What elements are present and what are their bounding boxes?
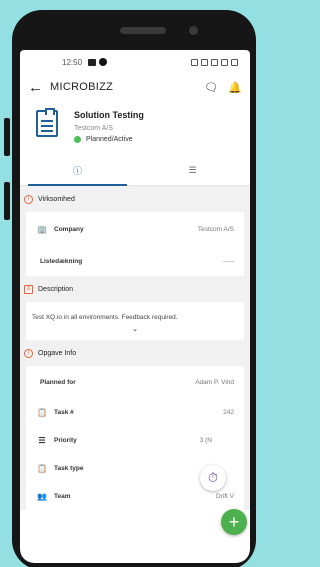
chevron-down-icon[interactable]: ⌄ xyxy=(32,325,238,333)
back-arrow-icon[interactable]: ← xyxy=(28,79,46,96)
speaker-grille xyxy=(120,27,166,34)
clipboard-icon xyxy=(36,108,58,137)
detail-content: i Virksomhed 🏢 Company Testcom A/S Listed… xyxy=(20,186,250,510)
list-item[interactable]: 📋 Task # 242 xyxy=(26,398,244,426)
description-card: Test XQ.io in all environments. Feedback… xyxy=(26,302,244,340)
add-button[interactable]: + xyxy=(221,509,247,535)
timer-button[interactable]: ⏱ xyxy=(200,465,226,491)
list-item[interactable]: 🏢 Company Testcom A/S xyxy=(26,212,244,246)
info-icon: i xyxy=(24,194,33,204)
status-bar: 12:50 xyxy=(20,50,250,74)
list-icon: ☰ xyxy=(188,165,197,175)
section-opgave-info: i Opgave Info xyxy=(20,340,250,366)
status-icons xyxy=(191,58,238,66)
tab-info[interactable]: ⓘ xyxy=(20,156,135,186)
battery-icon xyxy=(231,58,238,66)
clipboard-icon: 📋 xyxy=(37,463,47,473)
wifi-icon xyxy=(211,58,218,66)
priority-icon: ☰ xyxy=(38,435,46,445)
task-header: Solution Testing Testcom A/S Planned/Act… xyxy=(20,100,250,156)
side-button xyxy=(4,182,10,220)
building-icon: 🏢 xyxy=(37,224,47,234)
virksomhed-card: 🏢 Company Testcom A/S Listedækning ----- xyxy=(26,212,244,276)
camera-icon xyxy=(189,26,198,35)
status-time: 12:50 xyxy=(62,57,83,67)
timer-icon: ⏱ xyxy=(207,470,219,485)
section-description: ≡ Description xyxy=(20,276,250,302)
list-item[interactable]: Listedækning ----- xyxy=(26,246,244,276)
app-bar: ← MICROBIZZ 🗨 🔔 xyxy=(20,74,250,100)
bell-icon[interactable]: 🔔 xyxy=(228,81,242,94)
list-item[interactable]: Planned for Adam P. Vind xyxy=(26,366,244,398)
plus-icon: + xyxy=(228,511,240,532)
task-title: Solution Testing xyxy=(74,110,144,120)
notification-icon xyxy=(88,58,97,66)
document-icon: ≡ xyxy=(24,284,33,294)
clipboard-icon: 📋 xyxy=(37,407,47,417)
section-virksomhed: i Virksomhed xyxy=(20,186,250,212)
app-title: MICROBIZZ xyxy=(50,81,114,93)
status-badge: Planned/Active xyxy=(74,136,144,143)
signal-icon xyxy=(221,58,228,66)
description-text: Test XQ.io in all environments. Feedback… xyxy=(32,314,178,321)
info-icon: i xyxy=(24,348,33,358)
team-icon: 👥 xyxy=(37,491,47,501)
info-icon: ⓘ xyxy=(72,166,82,176)
status-dot-icon xyxy=(74,136,81,143)
status-label: Planned/Active xyxy=(86,136,133,143)
list-item[interactable]: ☰ Priority 3 (N xyxy=(26,426,244,454)
chat-icon[interactable]: 🗨 xyxy=(204,81,218,94)
location-icon xyxy=(201,58,208,66)
side-button xyxy=(4,118,10,156)
nfc-icon xyxy=(191,58,198,66)
tab-bar: ⓘ ☰ xyxy=(20,156,250,186)
notification-dot-icon xyxy=(99,58,108,66)
tab-list[interactable]: ☰ xyxy=(135,156,250,185)
task-company: Testcom A/S xyxy=(74,125,113,132)
